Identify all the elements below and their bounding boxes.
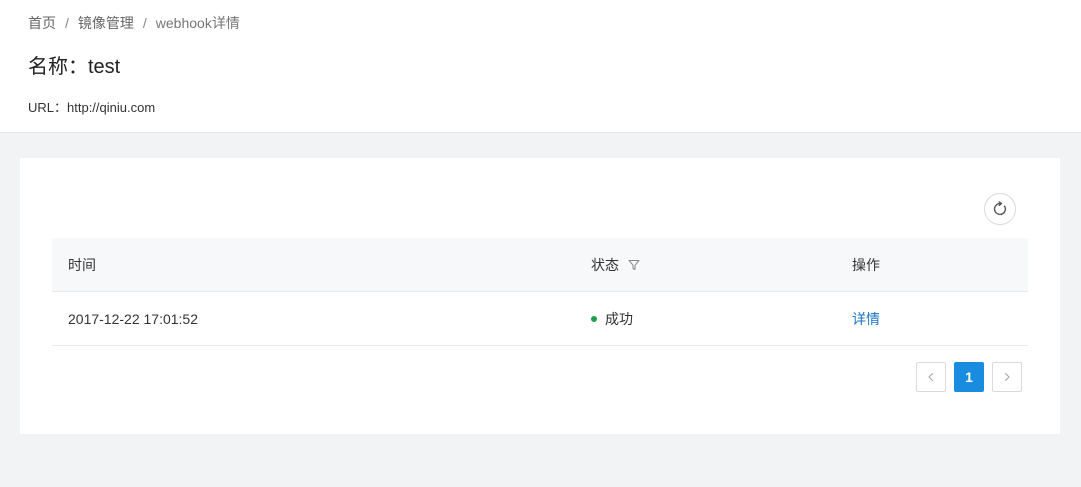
column-header-action: 操作 bbox=[852, 256, 880, 273]
webhook-url: URL：http://qiniu.com bbox=[28, 97, 155, 116]
page-title: 名称：test bbox=[28, 50, 120, 79]
breadcrumb-item-image-management[interactable]: 镜像管理 bbox=[78, 13, 134, 33]
next-page-button[interactable] bbox=[992, 362, 1022, 392]
page-button-current[interactable]: 1 bbox=[954, 362, 984, 392]
table-header: 时间 状态 操作 bbox=[52, 238, 1028, 292]
url-value: http://qiniu.com bbox=[67, 100, 156, 115]
history-card: 时间 状态 操作 2017-12-22 17:01:52 成功 详情 1 bbox=[20, 158, 1060, 434]
webhook-history-table: 时间 状态 操作 2017-12-22 17:01:52 成功 详情 bbox=[52, 238, 1028, 346]
detail-link[interactable]: 详情 bbox=[852, 309, 880, 329]
column-header-time: 时间 bbox=[68, 256, 96, 273]
cell-status: 成功 bbox=[591, 292, 633, 345]
title-value: test bbox=[88, 56, 121, 78]
prev-page-button[interactable] bbox=[916, 362, 946, 392]
status-dot bbox=[591, 315, 597, 322]
column-header-status-label: 状态 bbox=[591, 256, 619, 273]
status-label: 成功 bbox=[605, 310, 633, 327]
table-row: 2017-12-22 17:01:52 成功 详情 bbox=[52, 292, 1028, 346]
refresh-icon bbox=[993, 201, 1007, 216]
page-header: 首页 / 镜像管理 / webhook详情 名称：test URL：http:/… bbox=[0, 0, 1081, 133]
cell-action: 详情 bbox=[852, 292, 880, 345]
cell-time: 2017-12-22 17:01:52 bbox=[68, 310, 198, 327]
breadcrumb-separator: / bbox=[142, 15, 147, 31]
refresh-button[interactable] bbox=[984, 193, 1016, 225]
column-header-status: 状态 bbox=[591, 238, 640, 291]
breadcrumb-item-home[interactable]: 首页 bbox=[28, 13, 56, 33]
breadcrumb-separator: / bbox=[65, 15, 69, 31]
breadcrumb: 首页 / 镜像管理 / webhook详情 bbox=[28, 13, 240, 33]
chevron-left-icon bbox=[928, 372, 934, 382]
breadcrumb-current: webhook详情 bbox=[155, 15, 240, 31]
chevron-right-icon bbox=[1004, 372, 1010, 382]
title-label: 名称： bbox=[28, 56, 88, 78]
pagination: 1 bbox=[916, 362, 1022, 392]
filter-icon[interactable] bbox=[628, 259, 640, 271]
url-label: URL： bbox=[28, 100, 68, 115]
